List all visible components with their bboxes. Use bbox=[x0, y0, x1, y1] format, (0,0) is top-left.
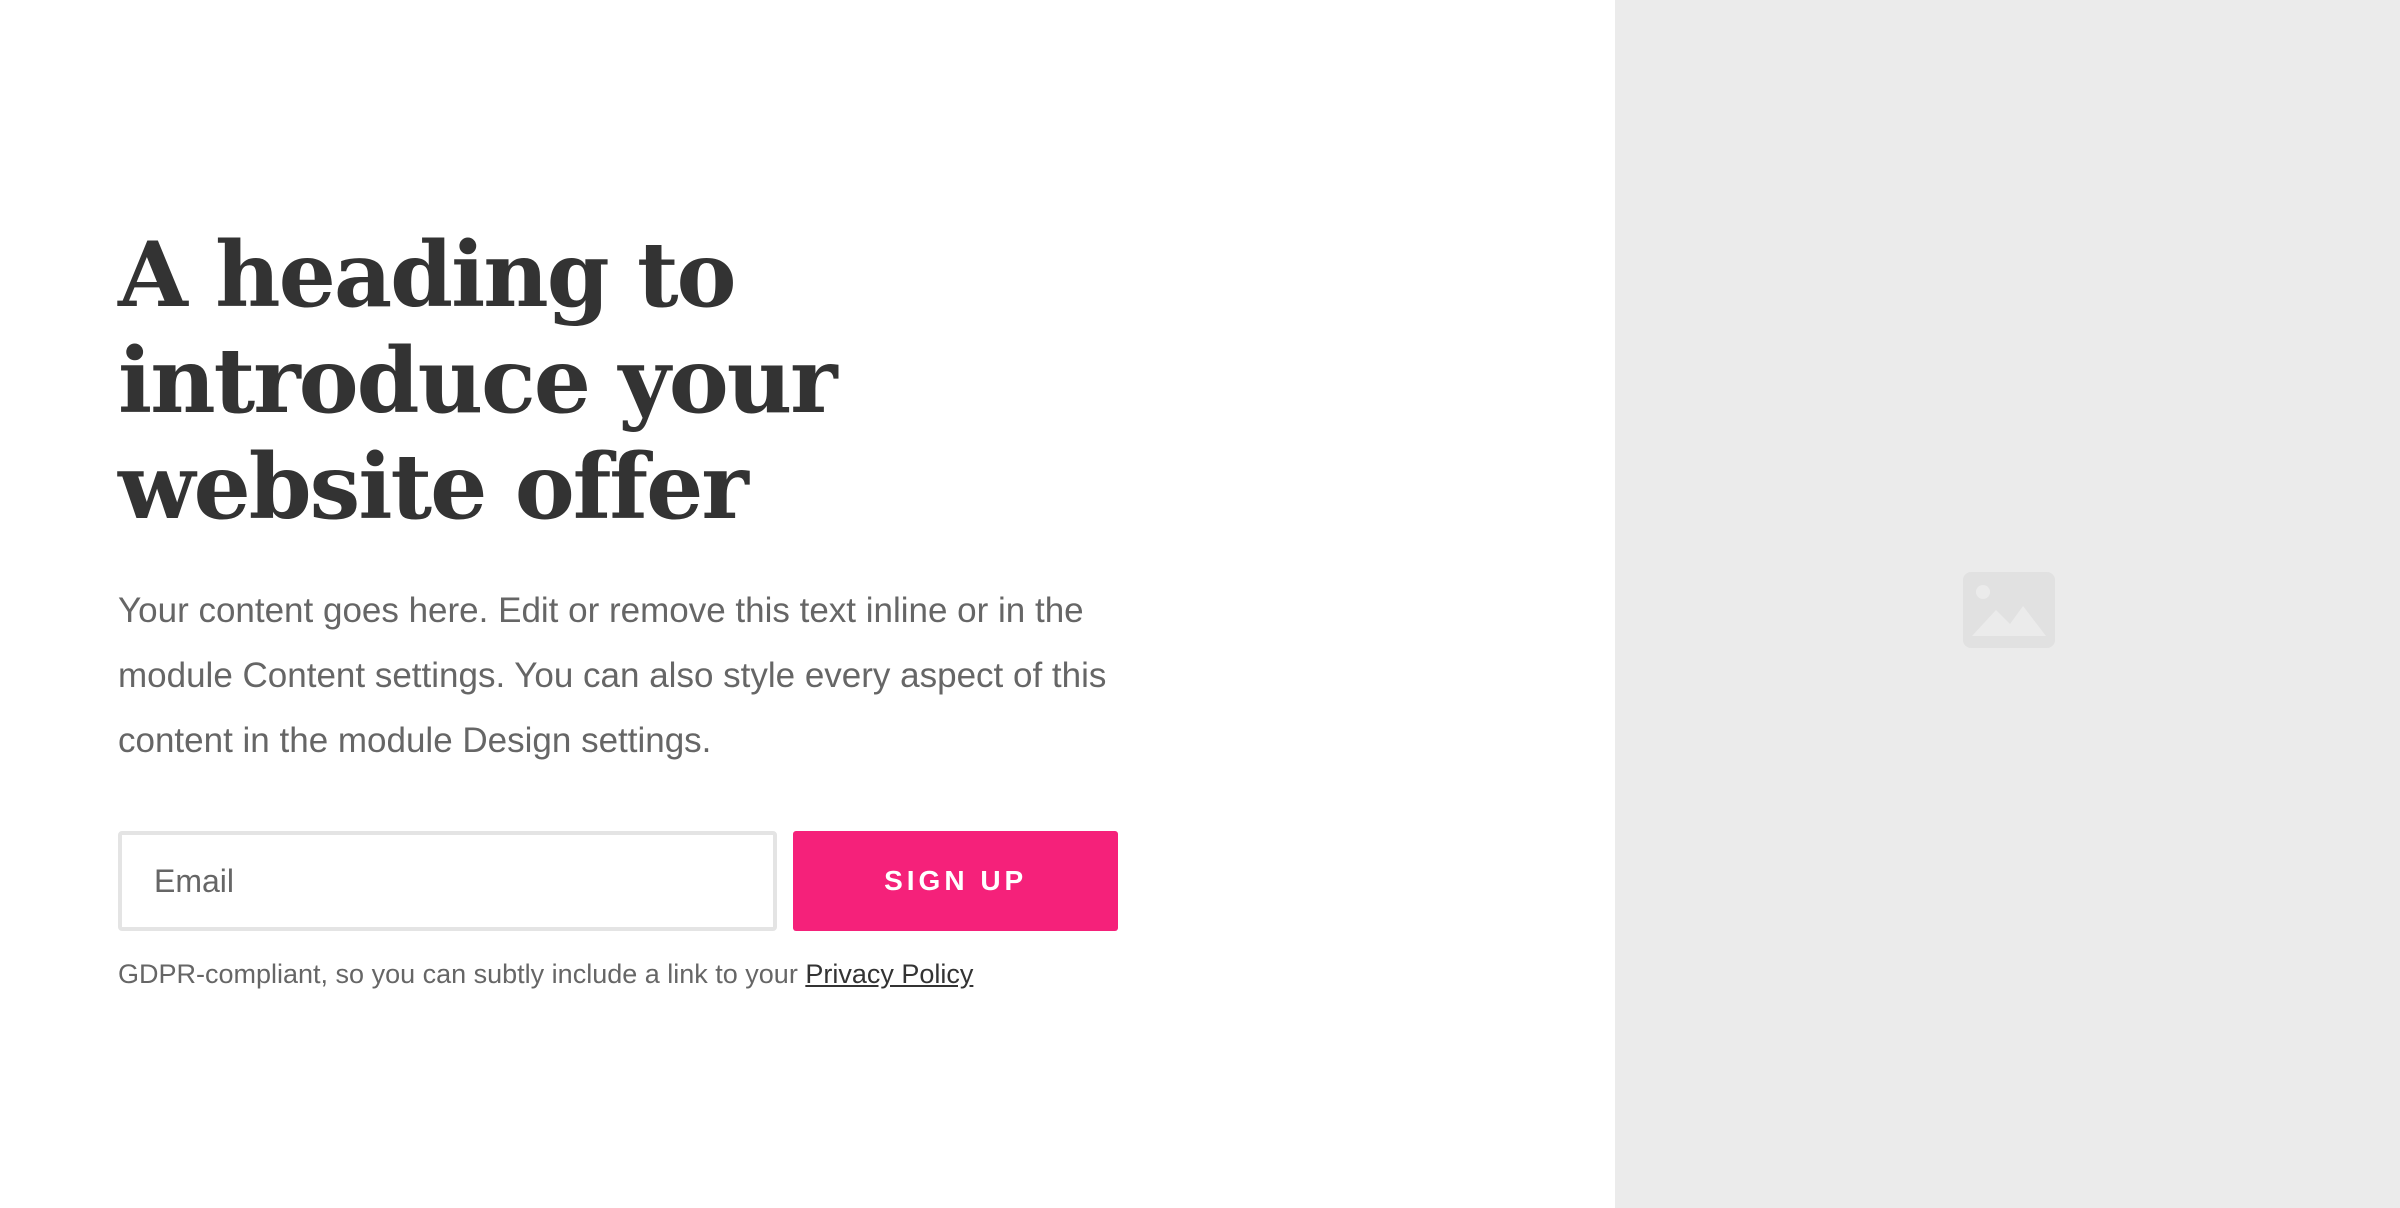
hero-content: A heading to introduce your website offe… bbox=[118, 222, 1118, 990]
hero-body-text: Your content goes here. Edit or remove t… bbox=[118, 591, 1107, 760]
page: A heading to introduce your website offe… bbox=[0, 0, 2400, 1208]
hero-heading: A heading to introduce your website offe… bbox=[118, 222, 838, 540]
sign-up-button[interactable]: SIGN UP bbox=[793, 831, 1118, 931]
gdpr-text: GDPR-compliant, so you can subtly includ… bbox=[118, 959, 806, 989]
image-panel bbox=[1615, 0, 2400, 1208]
image-placeholder-icon bbox=[1963, 572, 2055, 648]
content-panel: A heading to introduce your website offe… bbox=[0, 0, 1615, 1208]
signup-form: SIGN UP bbox=[118, 831, 1118, 931]
privacy-policy-link[interactable]: Privacy Policy bbox=[805, 959, 973, 989]
gdpr-notice: GDPR-compliant, so you can subtly includ… bbox=[118, 959, 1118, 990]
email-input[interactable] bbox=[118, 831, 778, 931]
